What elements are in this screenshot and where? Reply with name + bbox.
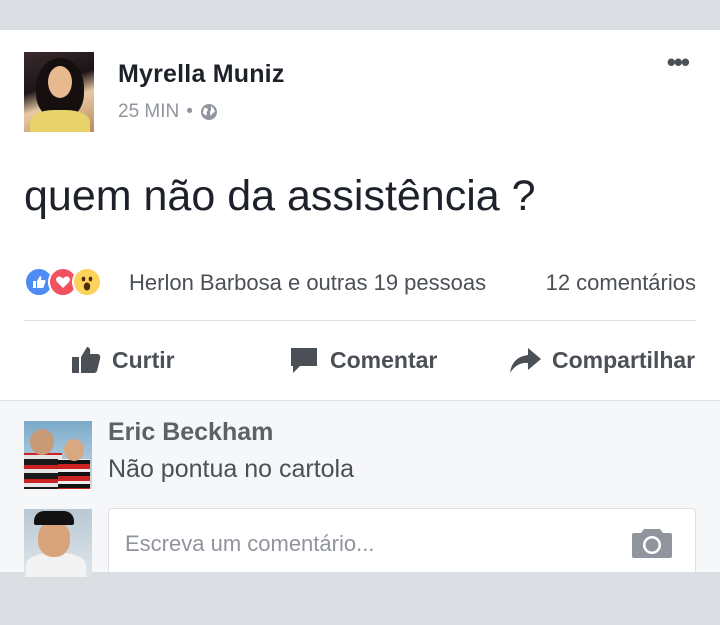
reaction-names[interactable]: Herlon Barbosa e outras 19 pessoas xyxy=(129,270,486,296)
comment-button[interactable]: Comentar xyxy=(288,342,437,378)
post-text: quem não da assistência ? xyxy=(24,172,536,220)
share-button[interactable]: Compartilhar xyxy=(508,342,695,378)
divider xyxy=(24,320,696,321)
post-meta: 25 MIN • xyxy=(118,101,218,123)
share-icon xyxy=(508,344,542,376)
like-label: Curtir xyxy=(112,346,175,373)
thumbs-up-icon xyxy=(70,344,102,376)
reaction-icons[interactable] xyxy=(24,266,102,298)
current-user-avatar[interactable] xyxy=(24,509,92,577)
comment-placeholder: Escreva um comentário... xyxy=(125,531,375,556)
bottom-bar xyxy=(0,596,720,625)
comment-icon xyxy=(288,344,320,376)
meta-separator: • xyxy=(186,101,193,122)
share-label: Compartilhar xyxy=(552,346,696,373)
comments-count[interactable]: 12 comentários xyxy=(546,270,696,296)
camera-icon[interactable] xyxy=(631,525,673,564)
comment-label: Comentar xyxy=(330,346,438,373)
post-card: Myrella Muniz 25 MIN • ••• quem não da a… xyxy=(0,30,720,400)
comment-input[interactable]: Escreva um comentário... xyxy=(108,508,696,572)
more-options-icon[interactable]: ••• xyxy=(667,49,690,75)
like-button[interactable]: Curtir xyxy=(70,342,175,378)
author-name[interactable]: Myrella Muniz xyxy=(118,60,285,89)
globe-icon[interactable] xyxy=(200,103,218,121)
wow-icon xyxy=(72,267,102,297)
author-avatar[interactable] xyxy=(24,52,94,132)
comment-text: Não pontua no cartola xyxy=(108,455,355,483)
commenter-avatar[interactable] xyxy=(24,421,92,489)
post-time[interactable]: 25 MIN xyxy=(118,101,179,123)
comment-author[interactable]: Eric Beckham xyxy=(108,418,273,447)
